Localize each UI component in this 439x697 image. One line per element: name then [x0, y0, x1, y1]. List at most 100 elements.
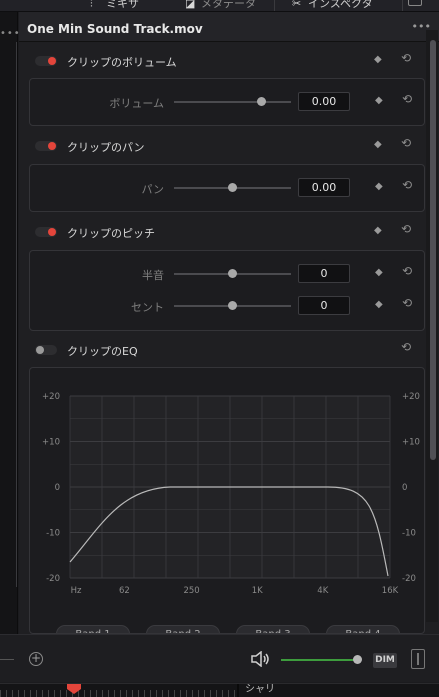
eq-graph-box: +20 +10 0 -10 -20 +20 +10 0 -10 -20 Hz 62 250 1K 4K 1… — [29, 367, 425, 634]
pan-slider-thumb[interactable] — [228, 183, 237, 192]
eq-y-tick-label: 0 — [55, 483, 60, 493]
inspector-panel: One Min Sound Track.mov ••• クリップのボリューム ◆… — [19, 12, 439, 634]
volume-value-field[interactable]: 0.00 — [298, 92, 350, 111]
eq-x-tick-label: Hz — [71, 586, 82, 596]
pan-section-label: クリップのパン — [67, 141, 145, 154]
tab-inspector-label: インスペクタ — [308, 0, 373, 10]
volume-label: ボリューム — [109, 97, 164, 110]
eq-graph[interactable]: +20 +10 0 -10 -20 +20 +10 0 -10 -20 Hz 62 250 1K 4K 1… — [30, 368, 425, 634]
keyframe-icon[interactable]: ◆ — [374, 54, 382, 65]
ruler-label: シャリ — [245, 684, 275, 695]
reset-icon[interactable]: ⟲ — [402, 264, 412, 278]
eq-x-tick-label: 4K — [317, 586, 328, 596]
pan-row: パン 0.00 ◆ ⟲ — [30, 177, 426, 199]
bottom-toolbar: + DIM — [0, 634, 439, 682]
monitor-volume-thumb[interactable] — [352, 655, 362, 664]
volume-section-header: クリップのボリューム ◆ ⟲ — [29, 48, 415, 74]
dim-button[interactable]: DIM — [373, 653, 397, 668]
monitor-volume-slider[interactable] — [281, 659, 361, 661]
inspector-header: One Min Sound Track.mov ••• — [19, 12, 439, 42]
metadata-icon: ◪ — [185, 0, 196, 10]
meter-icon[interactable] — [411, 649, 425, 669]
semitone-slider-thumb[interactable] — [228, 269, 237, 278]
keyframe-icon[interactable]: ◆ — [375, 267, 383, 278]
volume-enable-toggle[interactable] — [35, 56, 57, 66]
keyframe-icon[interactable]: ◆ — [375, 181, 383, 192]
left-panel-divider — [16, 42, 17, 587]
eq-y-tick-label: -20 — [46, 574, 60, 584]
tab-divider — [402, 0, 403, 11]
pan-section-header: クリップのパン ◆ ⟲ — [29, 133, 415, 159]
left-panel-menu-icon[interactable]: ••• — [0, 28, 21, 39]
keyframe-icon[interactable]: ◆ — [375, 95, 383, 106]
cent-value-field[interactable]: 0 — [298, 296, 350, 315]
eq-y-axis-right: +20 +10 0 -10 -20 — [402, 392, 420, 584]
eq-y-tick-label: 0 — [402, 483, 407, 493]
tab-metadata[interactable]: ◪ メタデータ — [185, 0, 256, 11]
semitone-row: 半音 0 ◆ ⟲ — [30, 263, 426, 285]
volume-params: ボリューム 0.00 ◆ ⟲ — [29, 78, 425, 126]
reset-icon[interactable]: ⟲ — [401, 340, 411, 354]
mixer-icon: ⫶ — [90, 0, 93, 10]
pitch-enable-toggle[interactable] — [35, 227, 57, 237]
eq-y-tick-label: +10 — [402, 438, 420, 448]
reset-icon[interactable]: ⟲ — [402, 92, 412, 106]
volume-slider-thumb[interactable] — [257, 97, 267, 106]
tab-inspector[interactable]: ✂ インスペクタ — [292, 0, 373, 11]
left-panel-edge: ••• — [0, 12, 21, 634]
eq-y-tick-label: -10 — [402, 529, 416, 539]
reset-icon[interactable]: ⟲ — [401, 51, 411, 65]
eq-enable-toggle[interactable] — [35, 345, 57, 355]
eq-y-axis-left: +20 +10 0 -10 -20 — [42, 392, 60, 584]
pan-params: パン 0.00 ◆ ⟲ — [29, 164, 425, 212]
pan-value-field[interactable]: 0.00 — [298, 178, 350, 197]
pan-enable-toggle[interactable] — [35, 141, 57, 151]
keyframe-icon[interactable]: ◆ — [374, 225, 382, 236]
ruler-divider — [237, 684, 239, 697]
band-2-button[interactable]: Band 2 — [146, 625, 220, 633]
pitch-section-label: クリップのピッチ — [67, 227, 155, 240]
add-icon[interactable]: + — [29, 652, 43, 666]
cent-slider-thumb[interactable] — [228, 301, 237, 310]
eq-y-tick-label: -10 — [46, 529, 60, 539]
band-3-button[interactable]: Band 3 — [236, 625, 310, 633]
keyframe-icon[interactable]: ◆ — [375, 299, 383, 310]
ruler-ticks — [0, 690, 237, 697]
eq-y-tick-label: +10 — [42, 438, 60, 448]
cent-row: セント 0 ◆ ⟲ — [30, 295, 426, 317]
semitone-value-field[interactable]: 0 — [298, 264, 350, 283]
reset-icon[interactable]: ⟲ — [401, 222, 411, 236]
volume-row: ボリューム 0.00 ◆ ⟲ — [30, 91, 426, 113]
inspector-icon: ✂ — [292, 0, 302, 10]
divider — [0, 659, 14, 660]
eq-x-axis: Hz 62 250 1K 4K 16K — [71, 586, 399, 596]
speaker-icon[interactable] — [251, 651, 271, 667]
tab-mixer[interactable]: ⫶ ミキサ — [90, 0, 139, 11]
clip-title: One Min Sound Track.mov — [27, 22, 203, 36]
eq-x-tick-label: 62 — [119, 586, 130, 596]
fullscreen-icon[interactable] — [408, 0, 422, 6]
timeline-ruler[interactable]: シャリ — [0, 683, 439, 697]
reset-icon[interactable]: ⟲ — [402, 296, 412, 310]
band-4-button[interactable]: Band 4 — [326, 625, 400, 633]
semitone-label: 半音 — [142, 269, 164, 282]
reset-icon[interactable]: ⟲ — [401, 136, 411, 150]
eq-y-tick-label: +20 — [42, 392, 60, 402]
pitch-section-header: クリップのピッチ ◆ ⟲ — [29, 219, 415, 245]
eq-y-tick-label: +20 — [402, 392, 420, 402]
eq-x-tick-label: 1K — [252, 586, 263, 596]
eq-x-tick-label: 16K — [382, 586, 399, 596]
volume-slider[interactable] — [174, 101, 291, 103]
pan-label: パン — [141, 183, 164, 196]
top-tab-bar: ⫶ ミキサ ◪ メタデータ ✂ インスペクタ — [0, 0, 439, 12]
eq-x-tick-label: 250 — [183, 586, 199, 596]
eq-y-tick-label: -20 — [402, 574, 416, 584]
tab-divider — [274, 0, 275, 11]
inspector-scrollbar-thumb[interactable] — [430, 40, 436, 460]
tab-metadata-label: メタデータ — [201, 0, 256, 10]
eq-section-label: クリップのEQ — [67, 345, 138, 358]
reset-icon[interactable]: ⟲ — [402, 178, 412, 192]
keyframe-icon[interactable]: ◆ — [374, 139, 382, 150]
band-1-button[interactable]: Band 1 — [56, 625, 130, 633]
tab-mixer-label: ミキサ — [106, 0, 139, 10]
